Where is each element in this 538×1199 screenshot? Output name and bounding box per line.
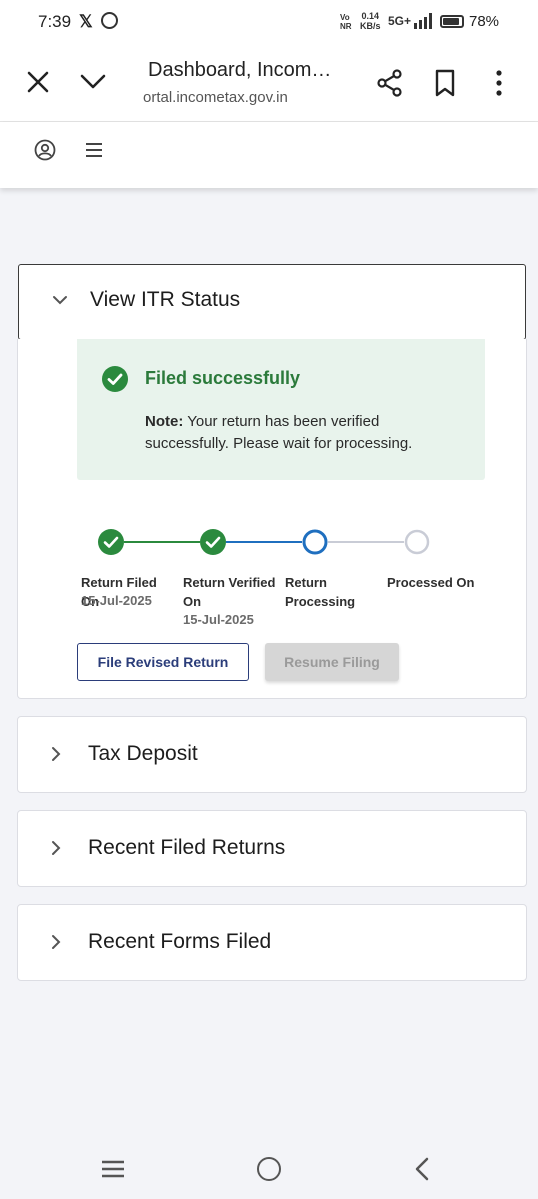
itr-status-header[interactable]: View ITR Status — [18, 264, 526, 340]
itr-progress-stepper: Return Filed On 15-Jul-2025 Return Verifie… — [18, 519, 528, 659]
section-title: Recent Forms Filed — [88, 930, 272, 953]
section-tax-deposit[interactable]: Tax Deposit — [17, 716, 527, 793]
bookmark-icon[interactable] — [433, 69, 457, 97]
clock: 7:39 — [38, 12, 72, 31]
page-title: Dashboard, Income Tax Portal — [148, 59, 338, 81]
volte-indicator: Vo NR — [340, 13, 352, 31]
step-label: Return Processing — [285, 575, 356, 609]
status-bar: 7:39 𝕏 Vo NR 0.14 KB/s 5G+ 78% — [0, 0, 538, 44]
chevron-down-icon — [53, 296, 67, 305]
step-date: 15-Jul-2025 — [81, 593, 152, 608]
itr-status-body: Filed successfully Note: Your return has… — [17, 339, 527, 699]
hamburger-icon[interactable] — [84, 140, 104, 160]
step-connector — [328, 541, 404, 543]
check-circle-icon — [102, 366, 128, 392]
success-banner: Filed successfully Note: Your return has… — [77, 339, 485, 480]
itr-status-card: View ITR Status Filed successfully Note:… — [17, 264, 527, 699]
section-title: Tax Deposit — [88, 742, 198, 765]
step-connector — [226, 541, 302, 543]
success-note: Note: Your return has been verified succ… — [145, 411, 445, 455]
step-current-icon — [302, 529, 328, 555]
page-url[interactable]: ortal.incometax.gov.in — [143, 89, 343, 106]
home-icon[interactable] — [257, 1157, 281, 1181]
recents-icon[interactable] — [101, 1159, 125, 1179]
step-done-check-icon — [200, 529, 226, 555]
resume-filing-button[interactable]: Resume Filing — [265, 643, 399, 681]
chevron-down-icon[interactable] — [80, 71, 106, 93]
file-revised-return-button[interactable]: File Revised Return — [77, 643, 249, 681]
step-pending-icon — [404, 529, 430, 555]
section-recent-filed-returns[interactable]: Recent Filed Returns — [17, 810, 527, 887]
step-label: Return Verified On — [183, 575, 276, 609]
step-date: 15-Jul-2025 — [183, 612, 254, 627]
system-nav-bar — [0, 1140, 538, 1199]
more-vert-icon[interactable] — [488, 69, 510, 97]
chevron-right-icon — [52, 935, 61, 949]
step-label: Processed On — [387, 575, 475, 590]
chevron-right-icon — [52, 841, 61, 855]
step-connector — [124, 541, 200, 543]
success-title: Filed successfully — [145, 368, 301, 388]
network-speed: 0.14 KB/s — [360, 11, 381, 31]
whatsapp-icon — [101, 12, 118, 29]
browser-toolbar: Dashboard, Income Tax Portal ortal.incom… — [0, 44, 538, 122]
x-icon: 𝕏 — [79, 12, 93, 31]
site-header — [0, 122, 538, 188]
note-text: Your return has been verified successful… — [145, 413, 413, 452]
note-label: Note: — [145, 413, 184, 430]
share-icon[interactable] — [376, 69, 404, 97]
battery-percent: 78% — [469, 13, 500, 30]
section-recent-forms-filed[interactable]: Recent Forms Filed — [17, 904, 527, 981]
step-done-check-icon — [98, 529, 124, 555]
profile-icon[interactable] — [34, 139, 56, 161]
network-type: 5G+ — [388, 14, 412, 28]
signal-icon — [414, 13, 432, 29]
section-title: Recent Filed Returns — [88, 836, 286, 859]
close-icon[interactable] — [26, 70, 50, 94]
battery-icon — [440, 15, 464, 28]
chevron-right-icon — [52, 747, 61, 761]
itr-status-title: View ITR Status — [90, 288, 241, 311]
back-icon[interactable] — [414, 1157, 430, 1181]
